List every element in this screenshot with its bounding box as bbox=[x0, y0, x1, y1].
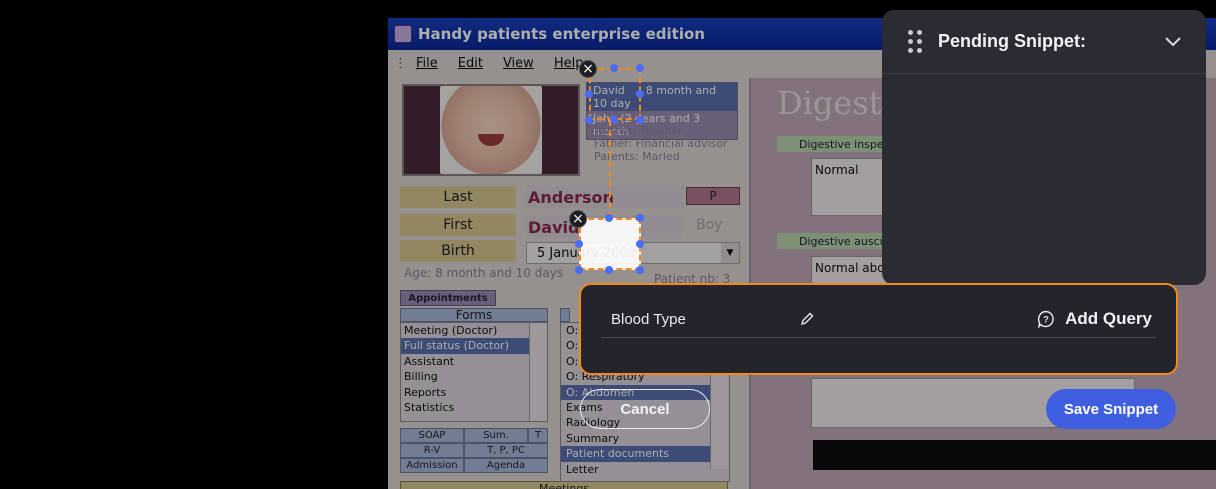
resize-handle[interactable] bbox=[636, 266, 644, 274]
family-line: Mother: Teacher bbox=[594, 124, 683, 137]
family-line: Father: Financial advisor bbox=[594, 137, 728, 150]
resize-handle[interactable] bbox=[575, 240, 583, 248]
selection-connector bbox=[609, 120, 611, 218]
admission-button[interactable]: Admission bbox=[400, 458, 464, 473]
forms-item[interactable]: Reports bbox=[401, 385, 547, 400]
forms-item[interactable]: Statistics bbox=[401, 400, 547, 415]
field-label: Blood Type bbox=[611, 311, 686, 328]
app-title: Handy patients enterprise edition bbox=[418, 25, 705, 43]
first-label: First bbox=[400, 214, 516, 236]
svg-text:?: ? bbox=[1043, 315, 1049, 325]
forms-item[interactable]: Billing bbox=[401, 369, 547, 384]
p-button[interactable]: P bbox=[686, 187, 740, 205]
menu-edit[interactable]: Edit bbox=[448, 56, 493, 71]
section-item[interactable]: Letter bbox=[561, 462, 729, 477]
sections-header bbox=[560, 308, 570, 322]
last-name-field[interactable]: Anderson bbox=[526, 186, 684, 208]
resize-handle[interactable] bbox=[585, 116, 593, 124]
resize-handle[interactable] bbox=[605, 214, 613, 222]
menu-view[interactable]: View bbox=[493, 56, 544, 71]
close-selection-icon[interactable]: × bbox=[579, 60, 597, 78]
patient-photo bbox=[402, 84, 580, 176]
rv-button[interactable]: R-V bbox=[400, 443, 464, 458]
age-text: Age: 8 month and 10 days bbox=[404, 266, 564, 280]
cancel-button[interactable]: Cancel bbox=[580, 389, 710, 429]
add-query-label: Add Query bbox=[1065, 309, 1152, 328]
resize-handle[interactable] bbox=[636, 214, 644, 222]
toolbar-grip-icon: ⋮ bbox=[394, 55, 407, 71]
pending-snippet-header: Pending Snippet: bbox=[882, 10, 1206, 74]
pending-snippet-title: Pending Snippet: bbox=[938, 31, 1086, 51]
selection-box-date[interactable] bbox=[579, 218, 641, 270]
sum-button[interactable]: Sum. bbox=[464, 428, 528, 443]
family-info: Mother: Teacher Father: Financial adviso… bbox=[594, 124, 728, 163]
resize-handle[interactable] bbox=[636, 64, 644, 72]
app-logo-icon bbox=[394, 25, 412, 43]
soap-button[interactable]: SOAP bbox=[400, 428, 464, 443]
menu-file[interactable]: File bbox=[406, 56, 448, 71]
forms-item[interactable]: Meeting (Doctor) bbox=[401, 323, 547, 338]
resize-handle[interactable] bbox=[610, 116, 618, 124]
forms-header: Forms bbox=[400, 308, 548, 322]
last-label: Last bbox=[400, 186, 516, 208]
forms-list: Meeting (Doctor) Full status (Doctor) As… bbox=[400, 322, 548, 422]
forms-item[interactable]: Assistant bbox=[401, 354, 547, 369]
agenda-button[interactable]: Agenda bbox=[464, 458, 548, 473]
snippet-field-card: Blood Type ? Add Query bbox=[579, 283, 1178, 375]
resize-handle[interactable] bbox=[636, 116, 644, 124]
query-icon: ? bbox=[1038, 310, 1054, 328]
drag-handle-icon[interactable] bbox=[908, 29, 924, 54]
forms-item-selected[interactable]: Full status (Doctor) bbox=[401, 338, 529, 354]
screen: Handy patients enterprise edition ⋮ File… bbox=[0, 0, 1216, 489]
dropdown-arrow-icon[interactable]: ▼ bbox=[721, 243, 739, 263]
resize-handle[interactable] bbox=[585, 90, 593, 98]
field-underline bbox=[601, 337, 1156, 338]
birth-label: Birth bbox=[400, 240, 516, 262]
resize-handle[interactable] bbox=[636, 240, 644, 248]
pencil-icon[interactable] bbox=[799, 311, 815, 327]
resize-handle[interactable] bbox=[636, 90, 644, 98]
button-grid: SOAP Sum. T R-V T, P, PC Admission Agend… bbox=[400, 428, 548, 473]
pending-snippet-panel: Pending Snippet: bbox=[882, 10, 1206, 285]
meetings-header: Meetings bbox=[400, 481, 728, 489]
save-snippet-button[interactable]: Save Snippet bbox=[1046, 389, 1176, 429]
gender-label: Boy bbox=[696, 217, 723, 233]
forms-scrollbar[interactable] bbox=[529, 323, 547, 421]
family-line: Parents: Maried bbox=[594, 150, 680, 163]
appointments-button[interactable]: Appointments bbox=[400, 290, 496, 306]
baby-image bbox=[440, 86, 542, 174]
chevron-down-icon[interactable] bbox=[1164, 32, 1182, 50]
resize-handle[interactable] bbox=[605, 266, 613, 274]
selection-box-name[interactable] bbox=[589, 68, 641, 120]
add-query-button[interactable]: ? Add Query bbox=[1037, 309, 1152, 329]
close-selection-icon[interactable]: × bbox=[569, 210, 587, 228]
image-strip bbox=[813, 440, 1216, 470]
tppc-button[interactable]: T, P, PC bbox=[464, 443, 548, 458]
resize-handle[interactable] bbox=[610, 64, 618, 72]
t-button[interactable]: T bbox=[528, 428, 548, 443]
section-item[interactable]: Summary bbox=[561, 431, 729, 446]
section-item-selected[interactable]: Patient documents bbox=[561, 446, 711, 462]
resize-handle[interactable] bbox=[575, 266, 583, 274]
